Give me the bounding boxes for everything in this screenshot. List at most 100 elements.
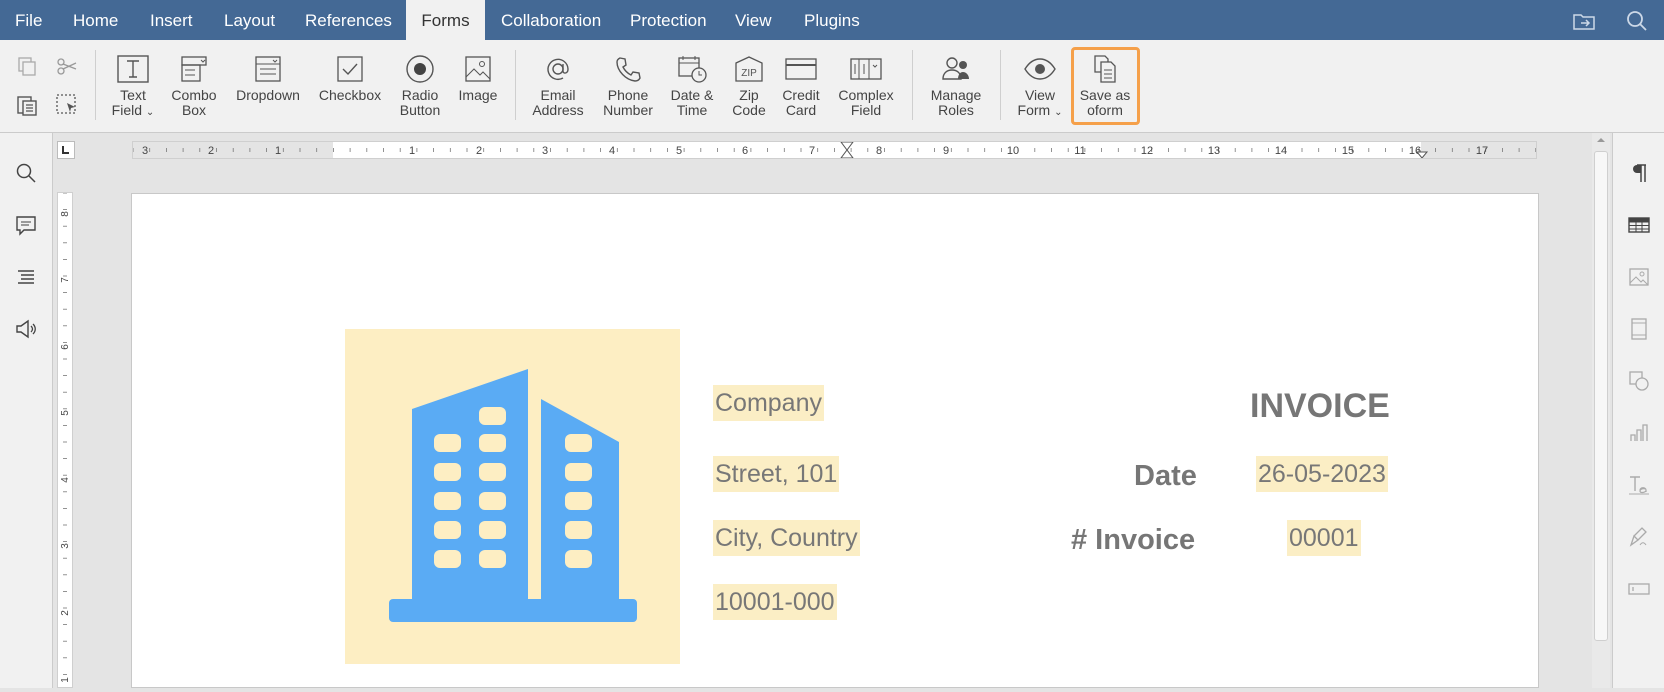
credit-card-icon: [785, 58, 817, 80]
view-form-button[interactable]: View Form ⌄: [1012, 48, 1068, 128]
paste-icon[interactable]: [14, 92, 40, 118]
scrollbar-thumb[interactable]: [1594, 151, 1608, 641]
dropdown-icon: [255, 56, 281, 82]
svg-text:4: 4: [609, 145, 615, 157]
svg-text:14: 14: [1275, 145, 1287, 157]
svg-text:5: 5: [60, 410, 71, 416]
vertical-ruler-scale: 8 7 6 5 4 3 2 1: [60, 192, 71, 683]
company-logo-field[interactable]: [345, 329, 680, 664]
checkbox-button[interactable]: Checkbox: [315, 48, 385, 128]
svg-text:3: 3: [142, 145, 148, 157]
svg-text:1: 1: [60, 677, 71, 683]
tab-layout[interactable]: Layout: [209, 0, 290, 40]
company-field[interactable]: Company: [713, 385, 824, 421]
text-art-icon[interactable]: [1627, 473, 1651, 497]
toolbar-separator: [515, 50, 516, 120]
zip-code-button[interactable]: ZIP Zip Code: [726, 48, 772, 128]
credit-card-button[interactable]: Credit Card: [776, 48, 826, 128]
cut-icon[interactable]: [54, 54, 80, 80]
svg-text:6: 6: [742, 145, 748, 157]
text-field-icon: [117, 55, 149, 83]
navigation-icon[interactable]: [14, 265, 38, 289]
copy-icon[interactable]: [14, 54, 40, 80]
date-field[interactable]: 26-05-2023: [1256, 456, 1388, 492]
svg-text:3: 3: [60, 543, 71, 549]
calendar-clock-icon: [678, 56, 707, 83]
comments-icon[interactable]: [14, 213, 38, 237]
svg-text:11: 11: [1074, 145, 1085, 157]
checkbox-icon: [337, 56, 363, 82]
search-icon[interactable]: [14, 161, 38, 185]
phone-icon: [616, 57, 641, 82]
open-location-icon[interactable]: [1571, 8, 1597, 34]
shape-settings-icon[interactable]: [1627, 369, 1651, 393]
text-field-button[interactable]: Text Field ⌄: [108, 48, 158, 128]
svg-text:7: 7: [60, 277, 71, 283]
svg-text:17: 17: [1476, 145, 1488, 157]
users-icon: [942, 57, 969, 80]
image-button[interactable]: Image: [453, 48, 503, 128]
chevron-down-icon: ⌄: [1054, 107, 1063, 118]
svg-text:1: 1: [275, 145, 281, 157]
tab-forms[interactable]: Forms: [406, 0, 485, 40]
radio-button-button[interactable]: Radio Button: [394, 48, 446, 128]
svg-text:7: 7: [809, 145, 815, 157]
tab-collaboration[interactable]: Collaboration: [486, 0, 616, 40]
tab-plugins[interactable]: Plugins: [789, 0, 875, 40]
invoice-number-field[interactable]: 00001: [1287, 520, 1361, 556]
toolbar-separator: [912, 50, 913, 120]
svg-text:ZIP: ZIP: [741, 68, 757, 79]
phone-number-button[interactable]: Phone Number: [597, 48, 659, 128]
svg-text:9: 9: [943, 145, 949, 157]
combo-box-icon: [181, 56, 207, 82]
svg-text:2: 2: [60, 610, 71, 616]
zip-code-icon: ZIP: [735, 56, 763, 82]
chevron-down-icon: ⌄: [145, 107, 155, 118]
tab-protection[interactable]: Protection: [615, 0, 722, 40]
manage-roles-button[interactable]: Manage Roles: [925, 48, 987, 128]
image-icon: [465, 56, 491, 82]
svg-text:2: 2: [208, 145, 214, 157]
scroll-up-icon[interactable]: [1592, 133, 1610, 147]
vertical-scrollbar[interactable]: [1592, 133, 1610, 688]
speaker-icon[interactable]: [14, 317, 38, 341]
horizontal-ruler[interactable]: 3 2 1 1 2 3 4 5 6 7 8 9 10 11 12 13 14 1…: [132, 141, 1537, 159]
svg-text:13: 13: [1208, 145, 1220, 157]
svg-text:8: 8: [60, 211, 71, 217]
dropdown-button[interactable]: Dropdown: [232, 48, 304, 128]
paragraph-icon[interactable]: [1627, 161, 1651, 185]
zip-field[interactable]: 10001-000: [713, 584, 837, 620]
signature-icon[interactable]: [1627, 525, 1651, 549]
email-address-button[interactable]: Email Address: [527, 48, 589, 128]
toolbar-separator: [95, 50, 96, 120]
city-country-field[interactable]: City, Country: [713, 520, 860, 556]
save-as-oform-highlight: [1071, 47, 1140, 125]
complex-field-button[interactable]: Complex Field: [834, 48, 898, 128]
svg-text:15: 15: [1342, 145, 1354, 157]
invoice-title: INVOICE: [1250, 387, 1390, 425]
image-settings-icon[interactable]: [1627, 265, 1651, 289]
svg-text:10: 10: [1007, 145, 1019, 157]
tab-stop-selector[interactable]: [57, 141, 75, 159]
tab-insert[interactable]: Insert: [135, 0, 208, 40]
tab-file[interactable]: File: [0, 0, 57, 40]
combo-box-button[interactable]: Combo Box: [168, 48, 220, 128]
tab-references[interactable]: References: [290, 0, 407, 40]
at-sign-icon: [547, 58, 569, 81]
date-time-button[interactable]: Date & Time: [666, 48, 718, 128]
form-settings-icon[interactable]: [1627, 577, 1651, 601]
toolbar-separator: [1000, 50, 1001, 120]
vertical-ruler[interactable]: 8 7 6 5 4 3 2 1: [57, 192, 73, 688]
chart-settings-icon[interactable]: [1627, 421, 1651, 445]
header-footer-icon[interactable]: [1627, 317, 1651, 341]
forms-toolbar: Text Field ⌄ Combo Box Dropdown Checkbox…: [0, 40, 1664, 133]
building-icon: [389, 369, 637, 622]
tab-home[interactable]: Home: [58, 0, 133, 40]
table-icon[interactable]: [1627, 213, 1651, 237]
search-icon[interactable]: [1624, 8, 1650, 34]
select-all-icon[interactable]: [54, 92, 80, 118]
svg-text:8: 8: [876, 145, 882, 157]
tab-view[interactable]: View: [720, 0, 787, 40]
street-field[interactable]: Street, 101: [713, 456, 840, 492]
svg-text:12: 12: [1141, 145, 1153, 157]
